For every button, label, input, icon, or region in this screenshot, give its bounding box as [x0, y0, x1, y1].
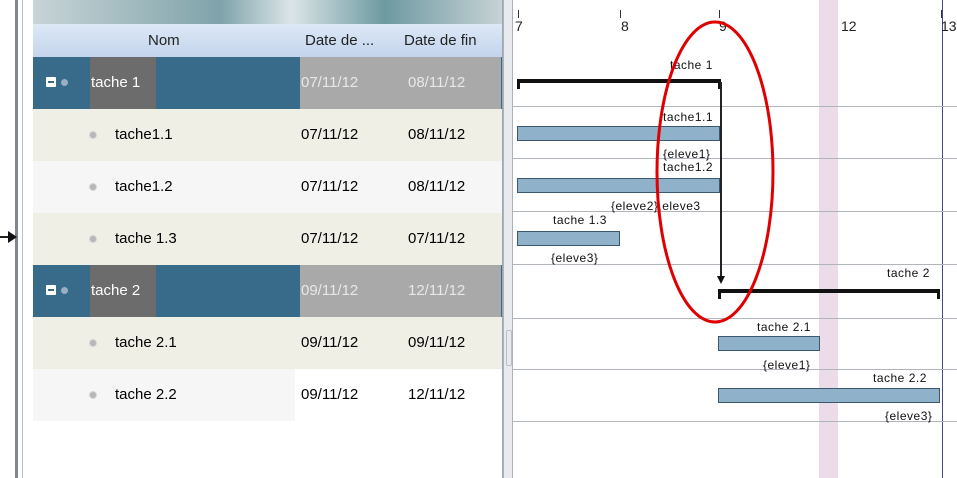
annotation-overlay — [655, 20, 775, 324]
red-ellipse-annotation — [655, 20, 775, 324]
